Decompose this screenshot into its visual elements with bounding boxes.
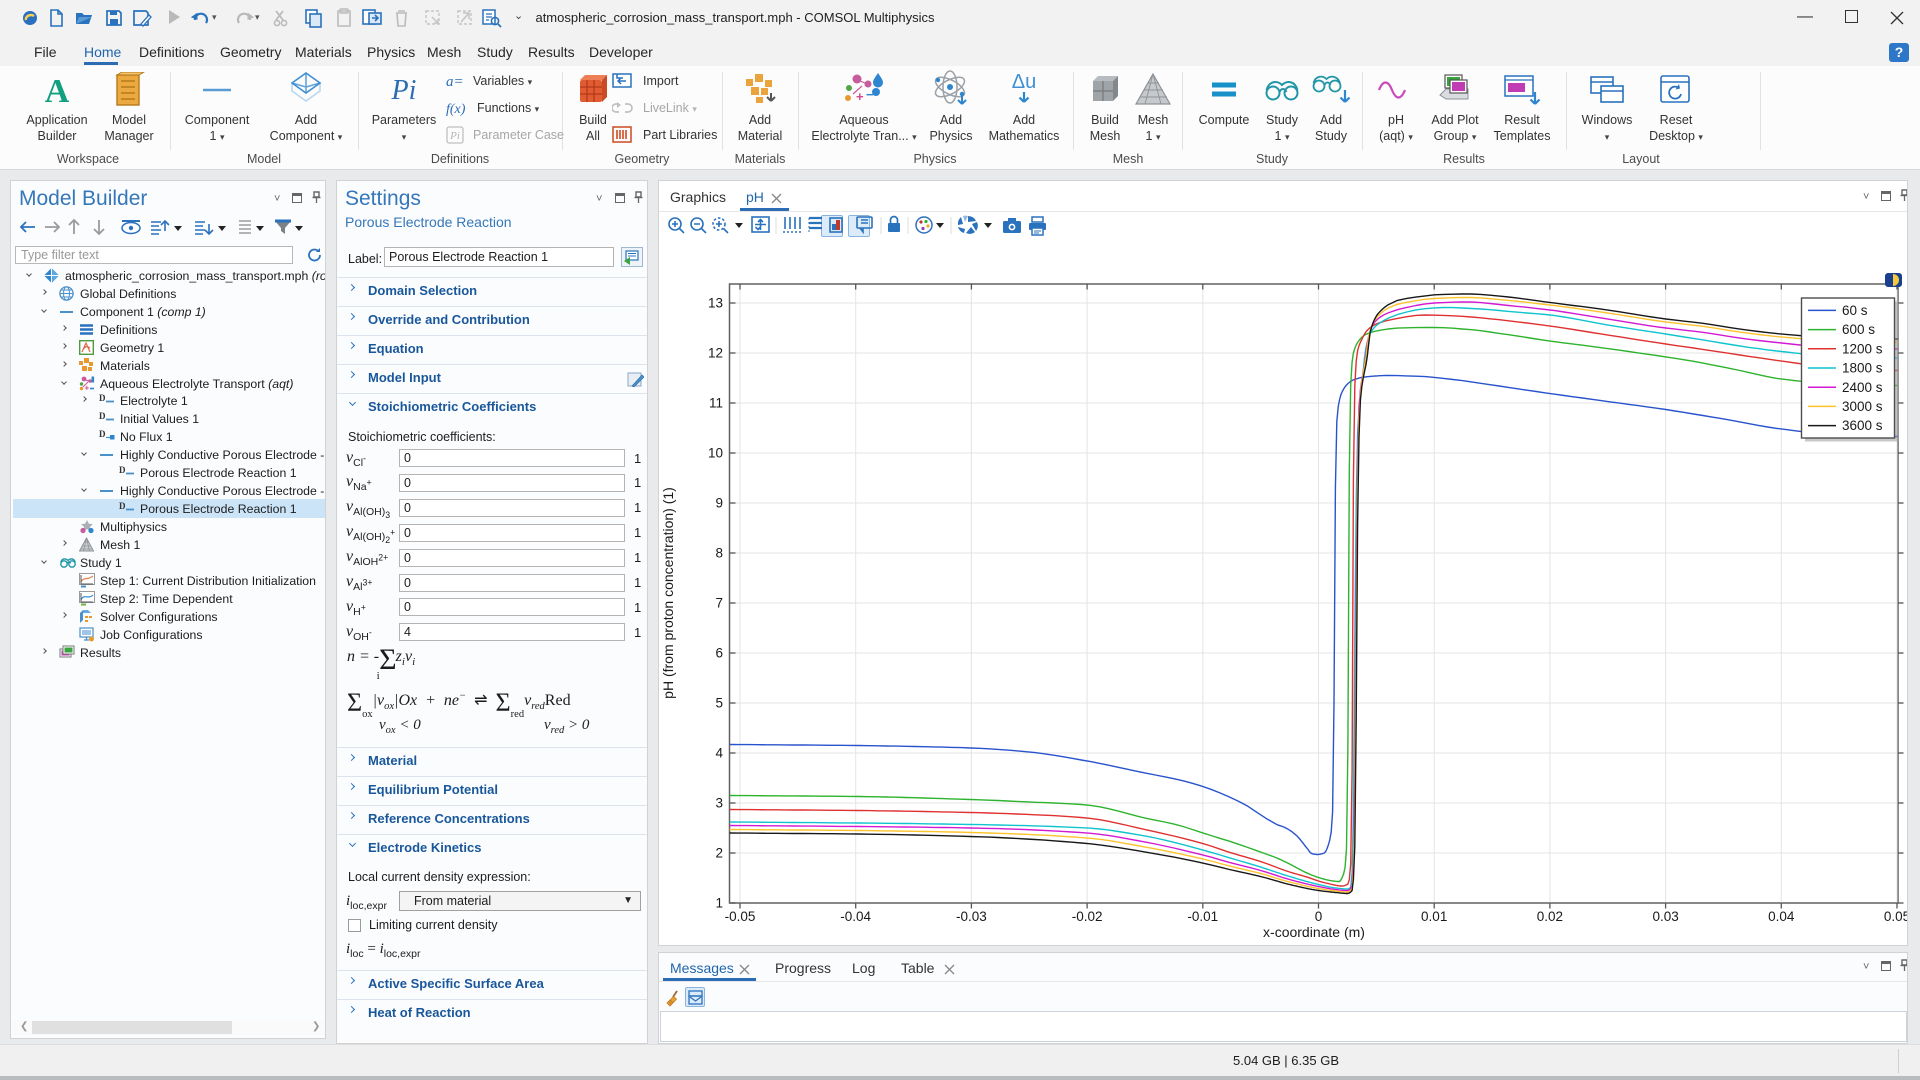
svg-text:Pi: Pi (449, 130, 460, 142)
svg-text:D: D (99, 393, 106, 403)
svg-text:x-coordinate (m): x-coordinate (m) (1263, 924, 1365, 940)
svg-text:0.04: 0.04 (1768, 909, 1795, 924)
svg-text:0.02: 0.02 (1537, 909, 1563, 924)
svg-text:3000 s: 3000 s (1842, 399, 1883, 414)
svg-text:11: 11 (709, 396, 723, 411)
svg-text:0: 0 (1315, 909, 1323, 924)
svg-text:D: D (99, 411, 106, 421)
svg-text:1800 s: 1800 s (1842, 361, 1883, 376)
svg-text:1: 1 (715, 896, 723, 911)
svg-text:Pi: Pi (391, 75, 417, 106)
svg-text:+: + (85, 383, 90, 391)
svg-text:7: 7 (715, 596, 723, 611)
svg-text:600 s: 600 s (1842, 322, 1875, 337)
svg-text:60 s: 60 s (1842, 303, 1868, 318)
svg-text:-0.01: -0.01 (1187, 909, 1218, 924)
svg-text:3: 3 (715, 796, 723, 811)
svg-text:+: + (856, 89, 864, 104)
svg-text:1200 s: 1200 s (1842, 341, 1883, 356)
svg-text:2400 s: 2400 s (1842, 380, 1883, 395)
svg-text:0.03: 0.03 (1652, 909, 1678, 924)
svg-text:-0.03: -0.03 (956, 909, 987, 924)
svg-text:D: D (119, 501, 126, 511)
svg-text:0.01: 0.01 (1421, 909, 1447, 924)
svg-text:−: − (866, 87, 874, 102)
svg-text:D: D (99, 429, 106, 439)
svg-text:5: 5 (715, 696, 723, 711)
svg-text:f(x): f(x) (446, 102, 466, 117)
svg-text:3600 s: 3600 s (1842, 418, 1883, 433)
svg-text:6: 6 (715, 646, 723, 661)
svg-text:10: 10 (708, 446, 723, 461)
svg-text:12: 12 (708, 346, 723, 361)
svg-text:8: 8 (715, 546, 723, 561)
svg-text:D: D (119, 465, 126, 475)
svg-text:a=: a= (446, 74, 464, 90)
svg-text:4: 4 (715, 746, 723, 761)
svg-text:13: 13 (708, 296, 723, 311)
svg-text:-0.04: -0.04 (840, 909, 871, 924)
svg-text:2: 2 (715, 846, 723, 861)
svg-text:pH (from proton concentration): pH (from proton concentration) (1) (660, 487, 676, 699)
svg-text:0.05: 0.05 (1884, 909, 1908, 924)
svg-text:Δu: Δu (1012, 71, 1036, 93)
svg-text:9: 9 (715, 496, 723, 511)
svg-text:-0.05: -0.05 (725, 909, 756, 924)
svg-text:-0.02: -0.02 (1072, 909, 1103, 924)
svg-text:A: A (45, 73, 70, 108)
